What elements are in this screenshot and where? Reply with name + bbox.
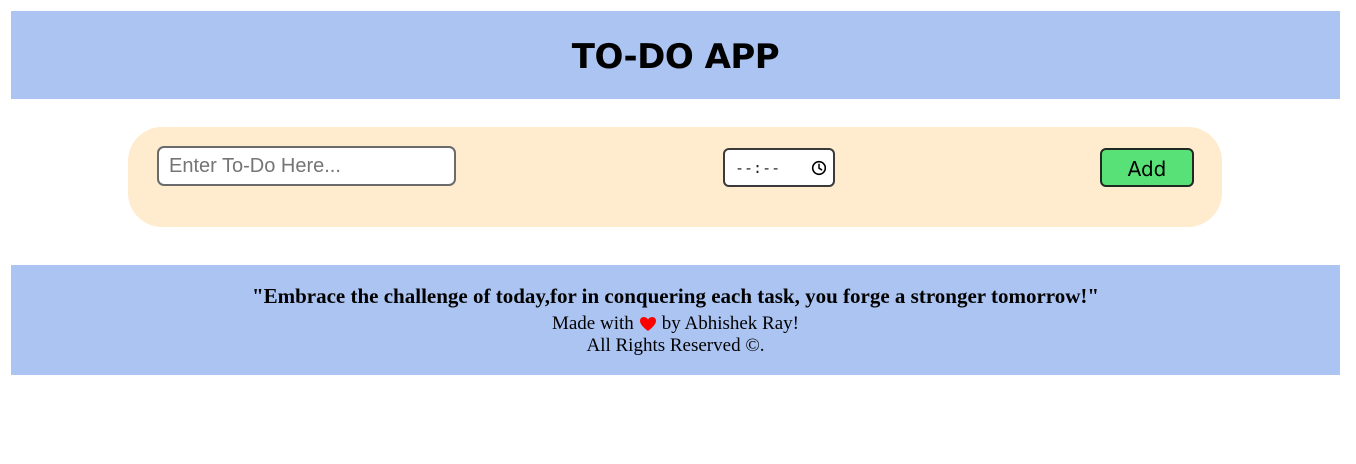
footer-rights: All Rights Reserved ©. (586, 335, 765, 356)
footer-credit: Made with by Abhishek Ray! (11, 313, 1340, 335)
credit-suffix: by Abhishek Ray! (661, 313, 799, 334)
clock-icon[interactable] (811, 160, 827, 176)
footer: "Embrace the challenge of today,for in c… (11, 265, 1340, 375)
time-input-value: --:-- (735, 158, 781, 177)
add-button[interactable]: Add (1100, 148, 1194, 187)
footer-quote: "Embrace the challenge of today,for in c… (251, 284, 1100, 308)
page-title: TO-DO APP (571, 37, 780, 77)
app-header: TO-DO APP (11, 11, 1340, 99)
add-button-label: Add (1127, 156, 1167, 181)
time-input[interactable]: --:-- (723, 148, 835, 187)
heart-icon (639, 316, 657, 332)
todo-form-panel: Enter To-Do Here... --:-- Add (128, 127, 1222, 227)
todo-input-placeholder: Enter To-Do Here... (169, 154, 341, 177)
credit-prefix: Made with (551, 313, 634, 334)
todo-input[interactable]: Enter To-Do Here... (157, 146, 456, 186)
